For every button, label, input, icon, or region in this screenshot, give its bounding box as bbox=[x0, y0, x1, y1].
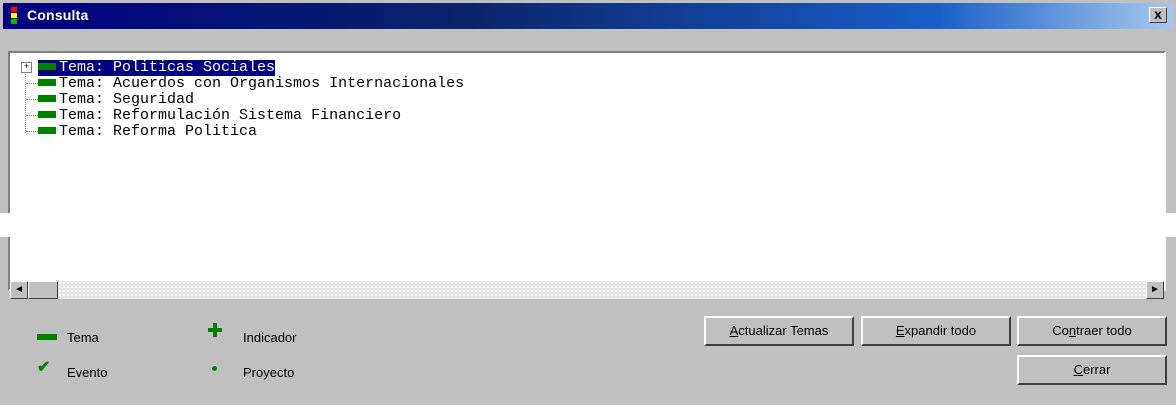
legend-evento-label: Evento bbox=[67, 365, 108, 380]
window-title: Consulta bbox=[27, 7, 89, 23]
horizontal-scrollbar[interactable]: ◄ ► bbox=[10, 281, 1164, 299]
checkmark-icon: ✔ bbox=[37, 359, 51, 376]
tree-item-prefix: Tema: bbox=[59, 59, 105, 76]
tree-connector-line bbox=[26, 83, 38, 84]
tema-icon bbox=[38, 110, 56, 118]
tree-item-prefix: Tema: bbox=[59, 123, 105, 140]
tema-icon bbox=[38, 126, 56, 134]
tema-icon bbox=[38, 94, 56, 102]
dot-icon bbox=[212, 366, 217, 371]
tema-icon bbox=[38, 62, 56, 70]
title-bar[interactable]: Consulta x bbox=[3, 3, 1173, 29]
cerrar-button[interactable]: Cerrar bbox=[1017, 355, 1167, 385]
tree-item-seguridad[interactable]: Tema: Seguridad bbox=[38, 92, 194, 108]
consulta-window: Consulta x + Tema: Politicas Sociales Te… bbox=[0, 0, 1176, 405]
expandir-todo-button[interactable]: Expandir todo bbox=[861, 316, 1011, 346]
close-button[interactable]: x bbox=[1149, 7, 1167, 23]
legend-indicador-label: Indicador bbox=[243, 330, 297, 345]
tema-icon bbox=[38, 78, 56, 86]
tree-item-prefix: Tema: bbox=[59, 107, 105, 124]
tree-item-acuerdos[interactable]: Tema: Acuerdos con Organismos Internacio… bbox=[38, 76, 464, 92]
tree-item-prefix: Tema: bbox=[59, 75, 105, 92]
scroll-thumb[interactable] bbox=[28, 281, 58, 299]
tree-item-label: Seguridad bbox=[113, 91, 195, 108]
topic-tree[interactable]: + Tema: Politicas Sociales Tema: Acuerdo… bbox=[8, 51, 1166, 291]
plus-icon bbox=[208, 323, 222, 337]
tree-connector-line bbox=[26, 131, 38, 132]
tree-item-label: Reforma Politica bbox=[113, 123, 258, 140]
tree-item-politicas-sociales[interactable]: Tema: Politicas Sociales bbox=[38, 59, 276, 76]
scroll-left-icon[interactable]: ◄ bbox=[10, 281, 28, 299]
traffic-light-icon bbox=[9, 7, 19, 25]
contraer-todo-button[interactable]: Contraer todo bbox=[1017, 316, 1167, 346]
scroll-right-icon[interactable]: ► bbox=[1146, 281, 1164, 299]
tema-icon bbox=[37, 334, 57, 340]
legend-tema-label: Tema bbox=[67, 330, 99, 345]
tree-item-prefix: Tema: bbox=[59, 91, 105, 108]
tree-connector-line bbox=[25, 69, 26, 133]
tree-item-label: Politicas Sociales bbox=[113, 59, 276, 76]
legend-proyecto-label: Proyecto bbox=[243, 365, 295, 380]
tree-connector-line bbox=[26, 99, 38, 100]
image-gap bbox=[0, 213, 1176, 237]
tree-item-reforma-politica[interactable]: Tema: Reforma Politica bbox=[38, 124, 257, 140]
tree-item-label: Reformulación Sistema Financiero bbox=[113, 107, 402, 124]
tree-item-reformulacion[interactable]: Tema: Reformulación Sistema Financiero bbox=[38, 108, 401, 124]
actualizar-temas-button[interactable]: Actualizar Temas bbox=[704, 316, 854, 346]
tree-item-label: Acuerdos con Organismos Internacionales bbox=[113, 75, 465, 92]
expand-icon[interactable]: + bbox=[21, 62, 32, 73]
tree-connector-line bbox=[26, 115, 38, 116]
